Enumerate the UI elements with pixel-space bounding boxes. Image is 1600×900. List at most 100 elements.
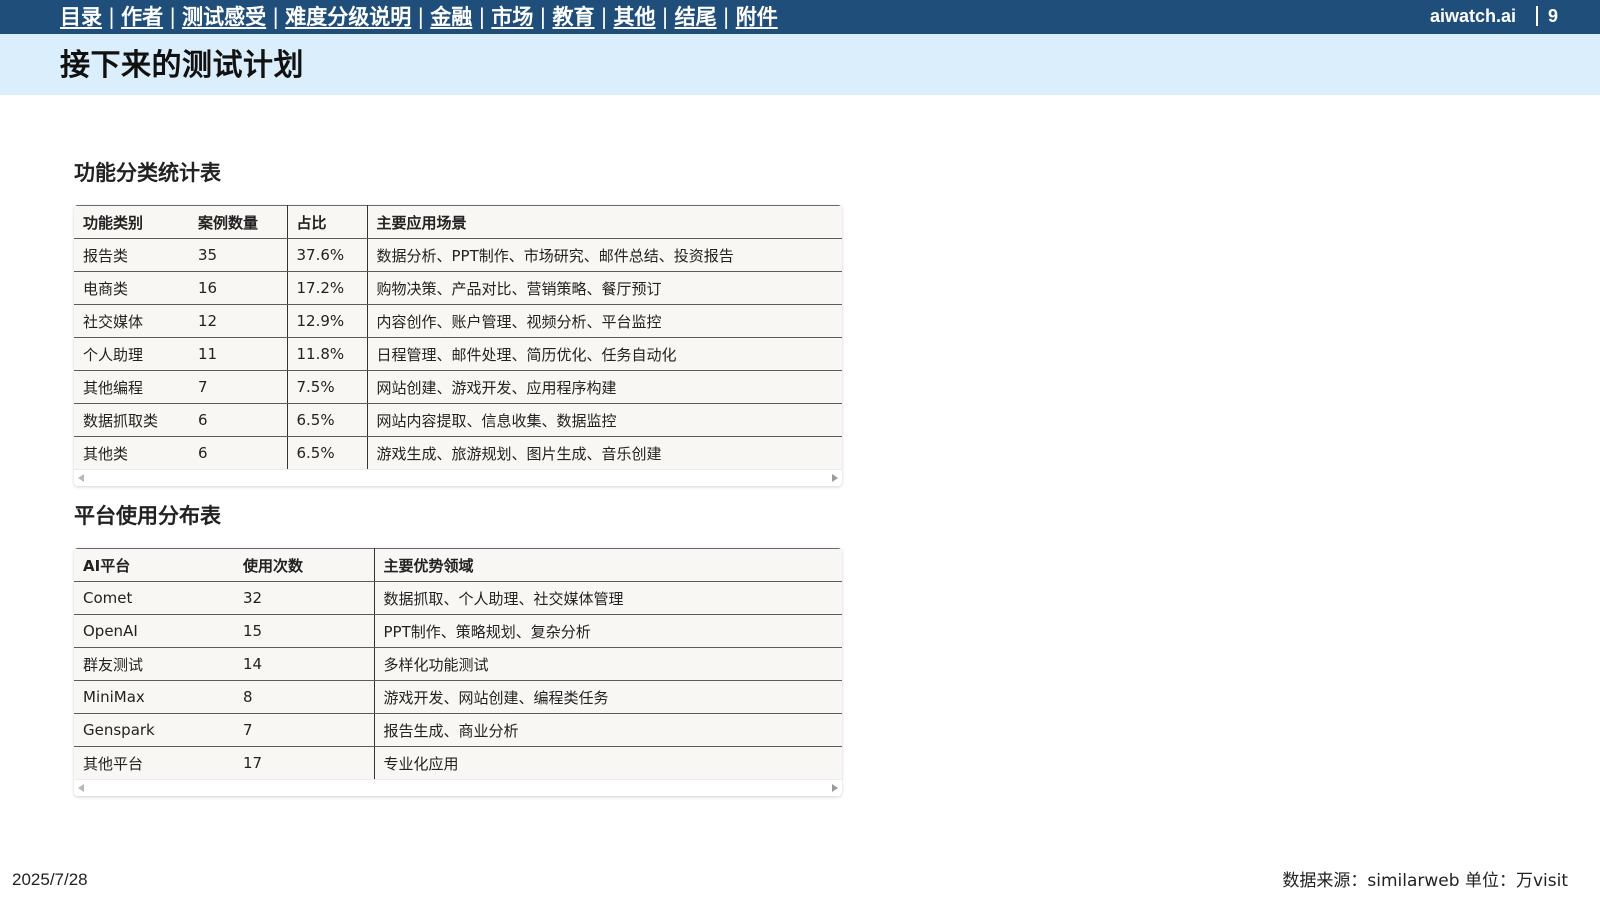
- table-cell: 15: [234, 614, 375, 648]
- table-cell: 7: [189, 370, 288, 404]
- nav-menu: 目录 | 作者 | 测试感受 | 难度分级说明 | 金融 | 市场 | 教育 |…: [60, 4, 778, 30]
- table-row: Genspark 7 报告生成、商业分析: [74, 713, 842, 747]
- nav-separator: |: [272, 5, 280, 29]
- table-cell: 其他编程: [74, 370, 189, 404]
- nav-item-impressions[interactable]: 测试感受: [182, 4, 266, 30]
- table-cell: 电商类: [74, 271, 189, 305]
- table-cell: 数据分析、PPT制作、市场研究、邮件总结、投资报告: [367, 238, 842, 272]
- table-cell: 游戏生成、旅游规划、图片生成、音乐创建: [376, 444, 662, 463]
- scroll-right-arrow-icon[interactable]: [832, 784, 838, 792]
- table2-heading: 平台使用分布表: [74, 503, 221, 528]
- brand-name: aiwatch.ai: [1429, 6, 1516, 26]
- table-cell: 11: [189, 337, 288, 371]
- nav-separator: |: [108, 5, 116, 29]
- table-cell: 7.5%: [287, 370, 368, 404]
- table-cell: 12.9%: [287, 304, 368, 338]
- table-cell: 购物决策、产品对比、营销策略、餐厅预订: [367, 271, 842, 305]
- table-cell: 网站内容提取、信息收集、数据监控: [367, 403, 842, 437]
- nav-item-market[interactable]: 市场: [491, 4, 533, 30]
- nav-item-ending[interactable]: 结尾: [675, 4, 717, 30]
- page-number: 9: [1547, 6, 1558, 26]
- table-row: Comet 32 数据抓取、个人助理、社交媒体管理: [74, 581, 842, 615]
- table-cell: 7: [234, 713, 375, 747]
- table-cell: 8: [234, 680, 375, 714]
- table-cell: 网站创建、游戏开发、应用程序构建: [367, 370, 842, 404]
- table-cell: 其他类: [83, 444, 129, 463]
- footer-date: 2025/7/28: [12, 870, 88, 889]
- nav-separator: |: [417, 5, 425, 29]
- table-cell: 14: [234, 647, 375, 681]
- nav-separator: |: [539, 5, 547, 29]
- table-cell: 12: [189, 304, 288, 338]
- table-cell: 数据抓取类: [74, 403, 189, 437]
- table-row: 个人助理 11 11.8% 日程管理、邮件处理、简历优化、任务自动化: [74, 337, 842, 371]
- table-cell: 专业化应用: [383, 754, 459, 773]
- column-header: 占比: [287, 205, 368, 239]
- nav-item-appendix[interactable]: 附件: [736, 4, 778, 30]
- table-row: 其他平台 17 专业化应用: [74, 746, 842, 779]
- table-cell: 群友测试: [74, 647, 234, 681]
- table-row: 群友测试 14 多样化功能测试: [74, 647, 842, 681]
- column-header: 主要应用场景: [367, 205, 842, 239]
- nav-separator: |: [169, 5, 177, 29]
- table-row: 其他类 6 6.5% 游戏生成、旅游规划、图片生成、音乐创建: [74, 436, 842, 469]
- table-cell: 35: [189, 238, 288, 272]
- column-header: 功能类别: [74, 205, 189, 239]
- table-cell: 社交媒体: [74, 304, 189, 338]
- footer-data-source: 数据来源：similarweb 单位：万visit: [1282, 871, 1568, 891]
- table-cell: 游戏开发、网站创建、编程类任务: [374, 680, 842, 714]
- table-cell: 17: [234, 746, 375, 779]
- table-cell: 其他平台: [83, 754, 144, 773]
- nav-item-finance[interactable]: 金融: [430, 4, 472, 30]
- function-category-table: 功能类别 案例数量 占比 主要应用场景 报告类 35 37.6% 数据分析、PP…: [74, 205, 842, 469]
- table-row: 数据抓取类 6 6.5% 网站内容提取、信息收集、数据监控: [74, 403, 842, 437]
- table-row: 报告类 35 37.6% 数据分析、PPT制作、市场研究、邮件总结、投资报告: [74, 238, 842, 272]
- table-row: OpenAI 15 PPT制作、策略规划、复杂分析: [74, 614, 842, 648]
- column-header: AI平台: [74, 548, 234, 582]
- table-row: 其他编程 7 7.5% 网站创建、游戏开发、应用程序构建: [74, 370, 842, 404]
- table-cell: 6: [189, 403, 288, 437]
- table-cell: 6: [189, 436, 288, 469]
- table-cell: 32: [234, 581, 375, 615]
- top-nav-bar: 目录 | 作者 | 测试感受 | 难度分级说明 | 金融 | 市场 | 教育 |…: [0, 0, 1600, 34]
- scroll-right-arrow-icon[interactable]: [832, 474, 838, 482]
- table-cell: 16: [189, 271, 288, 305]
- table-cell: 6.5%: [287, 403, 368, 437]
- nav-separator: |: [661, 5, 669, 29]
- table-header-row: 功能类别 案例数量 占比 主要应用场景: [74, 205, 842, 239]
- scroll-left-arrow-icon[interactable]: [78, 474, 84, 482]
- scroll-left-arrow-icon[interactable]: [78, 784, 84, 792]
- table-cell: PPT制作、策略规划、复杂分析: [374, 614, 842, 648]
- table-header-row: AI平台 使用次数 主要优势领域: [74, 548, 842, 582]
- nav-separator: |: [478, 5, 486, 29]
- title-band: 接下来的测试计划: [0, 34, 1600, 95]
- table-cell: 日程管理、邮件处理、简历优化、任务自动化: [367, 337, 842, 371]
- table-cell: 17.2%: [287, 271, 368, 305]
- nav-item-author[interactable]: 作者: [121, 4, 163, 30]
- column-header: 案例数量: [189, 205, 288, 239]
- nav-separator: |: [600, 5, 608, 29]
- table-row: MiniMax 8 游戏开发、网站创建、编程类任务: [74, 680, 842, 714]
- table1-heading: 功能分类统计表: [74, 160, 221, 185]
- nav-item-education[interactable]: 教育: [552, 4, 594, 30]
- table-cell: 报告类: [74, 238, 189, 272]
- horizontal-scrollbar[interactable]: [74, 779, 842, 796]
- nav-item-difficulty[interactable]: 难度分级说明: [285, 4, 411, 30]
- table-cell: 6.5%: [287, 436, 368, 469]
- table-cell: 11.8%: [287, 337, 368, 371]
- table-cell: 多样化功能测试: [374, 647, 842, 681]
- table-cell: 数据抓取、个人助理、社交媒体管理: [374, 581, 842, 615]
- nav-item-toc[interactable]: 目录: [60, 4, 102, 30]
- platform-usage-table: AI平台 使用次数 主要优势领域 Comet 32 数据抓取、个人助理、社交媒体…: [74, 548, 842, 779]
- nav-separator: |: [722, 5, 730, 29]
- platform-usage-table-container: AI平台 使用次数 主要优势领域 Comet 32 数据抓取、个人助理、社交媒体…: [74, 548, 842, 796]
- table-row: 电商类 16 17.2% 购物决策、产品对比、营销策略、餐厅预订: [74, 271, 842, 305]
- table-row: 社交媒体 12 12.9% 内容创作、账户管理、视频分析、平台监控: [74, 304, 842, 338]
- column-header: 主要优势领域: [374, 548, 842, 582]
- nav-item-other[interactable]: 其他: [614, 4, 656, 30]
- page-title: 接下来的测试计划: [60, 48, 304, 83]
- horizontal-scrollbar[interactable]: [74, 469, 842, 486]
- table-cell: 报告生成、商业分析: [374, 713, 842, 747]
- table-cell: MiniMax: [74, 680, 234, 714]
- function-category-table-container: 功能类别 案例数量 占比 主要应用场景 报告类 35 37.6% 数据分析、PP…: [74, 205, 842, 486]
